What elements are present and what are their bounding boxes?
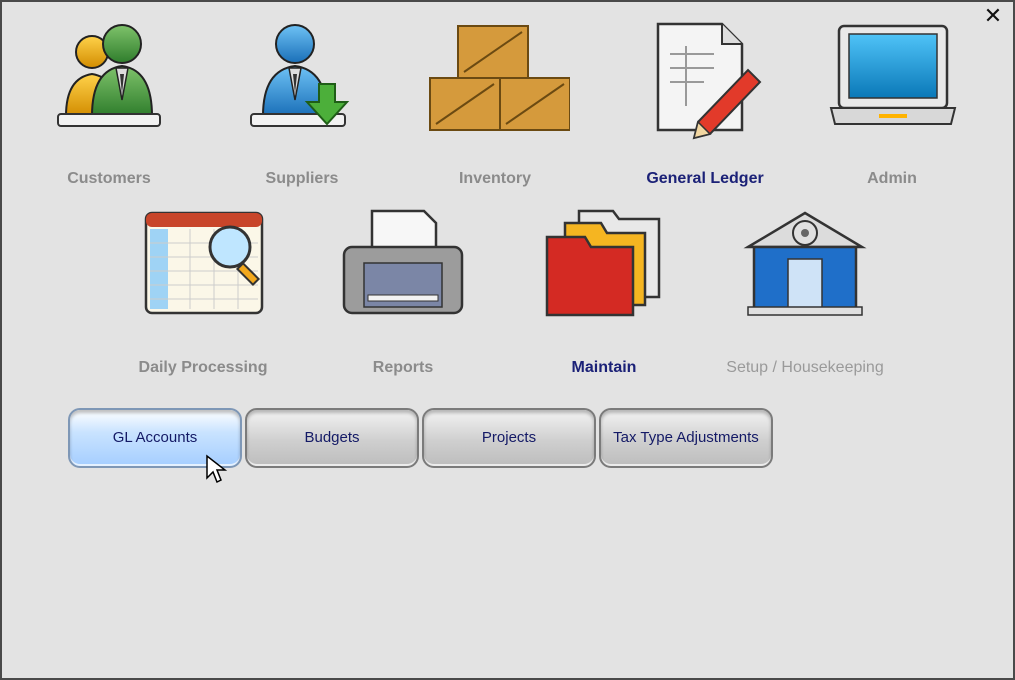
module-maintain[interactable]: Maintain [519,207,689,377]
customers-icon [57,24,161,127]
module-daily-processing[interactable]: Daily Processing [118,207,288,377]
folders-icon [545,209,661,317]
admin-laptop-icon [829,24,957,125]
projects-button[interactable]: Projects [422,408,596,468]
app-window: ✕ Customers Suppliers Inventory General … [0,0,1015,680]
building-gear-icon [743,211,867,316]
module-customers[interactable]: Customers [24,18,194,188]
module-label: Maintain [571,359,637,376]
suppliers-icon [250,24,350,127]
inventory-icon [429,25,570,131]
module-label: Suppliers [265,170,339,187]
module-setup-housekeeping[interactable]: Setup / Housekeeping [720,207,890,377]
module-label: Daily Processing [138,359,268,376]
module-label: Setup / Housekeeping [726,359,884,376]
module-reports[interactable]: Reports [318,207,488,377]
module-label: Reports [372,359,434,376]
module-label: General Ledger [646,170,764,187]
module-admin[interactable]: Admin [807,18,977,188]
module-label: Customers [67,170,151,187]
module-suppliers[interactable]: Suppliers [217,18,387,188]
mouse-pointer-icon [206,454,227,484]
close-icon[interactable]: ✕ [983,6,1003,28]
module-label: Inventory [458,170,531,187]
module-inventory[interactable]: Inventory [410,18,580,188]
printer-icon [342,209,464,315]
module-general-ledger[interactable]: General Ledger [620,18,790,188]
module-label: Admin [867,170,917,187]
daily-processing-icon [144,211,264,315]
tax-type-adjustments-button[interactable]: Tax Type Adjustments [599,408,773,468]
general-ledger-icon [656,22,762,140]
budgets-button[interactable]: Budgets [245,408,419,468]
